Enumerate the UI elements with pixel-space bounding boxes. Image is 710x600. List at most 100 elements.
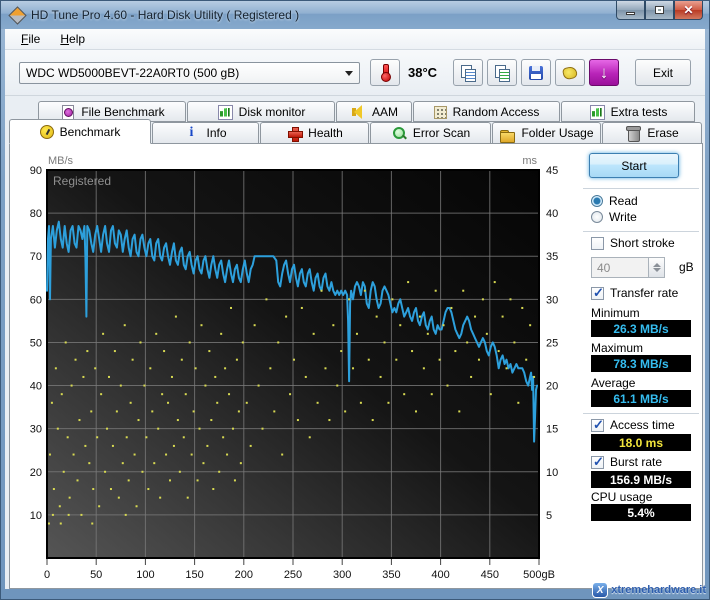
- benchmark-gauge-icon: [40, 125, 54, 139]
- menu-bar: File Help: [5, 29, 705, 50]
- maximize-button[interactable]: [645, 1, 674, 20]
- tab-label: Disk monitor: [239, 105, 306, 119]
- random-access-icon: [434, 106, 447, 119]
- close-button[interactable]: ✕: [674, 1, 703, 20]
- download-arrow-icon: ↓: [600, 64, 609, 81]
- separator: [583, 188, 699, 189]
- short-stroke-input[interactable]: 40: [591, 257, 649, 278]
- exit-button[interactable]: Exit: [635, 59, 691, 86]
- short-stroke-label: Short stroke: [610, 236, 675, 250]
- tab-disk-monitor[interactable]: Disk monitor: [187, 101, 335, 122]
- svg-text:25: 25: [546, 337, 558, 349]
- save-screenshot-button[interactable]: [521, 59, 551, 86]
- svg-text:60: 60: [30, 294, 42, 306]
- start-button[interactable]: Start: [589, 153, 679, 178]
- copy-image-icon: [494, 65, 510, 81]
- svg-text:0: 0: [44, 569, 50, 581]
- temperature-button[interactable]: [370, 59, 400, 86]
- svg-text:400: 400: [431, 569, 449, 581]
- benchmark-panel: MB/smsRegistered908070605040302010454035…: [9, 143, 703, 589]
- tab-folder-usage[interactable]: Folder Usage: [492, 122, 601, 144]
- health-cross-icon: [286, 125, 302, 141]
- access-time-option[interactable]: Access time: [591, 418, 675, 432]
- svg-text:Registered: Registered: [53, 174, 111, 188]
- access-time-checkbox[interactable]: [591, 419, 604, 432]
- short-stroke-spinner[interactable]: [649, 257, 665, 278]
- tab-benchmark[interactable]: Benchmark: [9, 119, 151, 144]
- short-stroke-option[interactable]: Short stroke: [591, 236, 675, 250]
- speaker-icon: [350, 104, 366, 120]
- svg-text:200: 200: [235, 569, 253, 581]
- copy-image-button[interactable]: [487, 59, 517, 86]
- read-radio[interactable]: [591, 195, 603, 207]
- short-stroke-checkbox[interactable]: [591, 237, 604, 250]
- write-radio[interactable]: [591, 211, 603, 223]
- read-option[interactable]: Read: [591, 194, 638, 208]
- transfer-rate-checkbox[interactable]: [591, 287, 604, 300]
- close-icon: ✕: [683, 3, 693, 17]
- average-label: Average: [591, 376, 635, 390]
- screenshot-button[interactable]: [555, 59, 585, 86]
- folder-icon: [499, 127, 515, 143]
- svg-text:10: 10: [546, 467, 558, 479]
- svg-text:100: 100: [136, 569, 154, 581]
- minimize-icon: [626, 12, 635, 15]
- svg-text:450: 450: [481, 569, 499, 581]
- tab-label: Extra tests: [611, 105, 668, 119]
- tab-label: Error Scan: [413, 126, 470, 140]
- maximum-value: 78.3 MB/s: [591, 355, 691, 372]
- read-label: Read: [609, 194, 638, 208]
- minimize-button[interactable]: [616, 1, 645, 20]
- access-time-value: 18.0 ms: [591, 434, 691, 451]
- tab-health[interactable]: Health: [260, 122, 369, 144]
- file-benchmark-icon: [59, 104, 75, 120]
- watermark-text: xtremehardware.it: [611, 584, 706, 596]
- svg-text:15: 15: [546, 424, 558, 436]
- tab-label: Random Access: [453, 105, 540, 119]
- cpu-usage-label: CPU usage: [591, 490, 652, 504]
- chevron-down-icon: [345, 71, 353, 76]
- svg-text:45: 45: [546, 165, 558, 177]
- tab-row-primary: Benchmark Info Health Error Scan Folder …: [9, 122, 702, 144]
- burst-rate-value: 156.9 MB/s: [591, 471, 691, 488]
- transfer-rate-option[interactable]: Transfer rate: [591, 286, 678, 300]
- thermometer-icon: [381, 64, 389, 82]
- tab-extra-tests[interactable]: Extra tests: [561, 101, 695, 122]
- write-label: Write: [609, 210, 637, 224]
- start-button-label: Start: [621, 159, 646, 173]
- tab-label: Info: [206, 126, 226, 140]
- short-stroke-value: 40: [597, 261, 610, 275]
- svg-text:10: 10: [30, 510, 42, 522]
- maximum-label: Maximum: [591, 341, 643, 355]
- tab-random-access[interactable]: Random Access: [413, 101, 560, 122]
- temperature-value: 38°C: [408, 65, 437, 80]
- tab-info[interactable]: Info: [152, 122, 259, 144]
- update-button[interactable]: ↓: [589, 59, 619, 86]
- drive-dropdown[interactable]: WDC WD5000BEVT-22A0RT0 (500 gB): [19, 62, 360, 84]
- app-icon: [9, 7, 25, 23]
- maximize-icon: [655, 6, 664, 14]
- tab-aam[interactable]: AAM: [336, 101, 412, 122]
- transfer-rate-label: Transfer rate: [610, 286, 678, 300]
- disk-monitor-icon: [217, 104, 233, 120]
- separator: [583, 231, 699, 232]
- short-stroke-unit: gB: [679, 260, 694, 274]
- svg-text:350: 350: [382, 569, 400, 581]
- copy-text-button[interactable]: [453, 59, 483, 86]
- tab-error-scan[interactable]: Error Scan: [370, 122, 491, 144]
- menu-file[interactable]: File: [13, 30, 48, 48]
- svg-text:300: 300: [333, 569, 351, 581]
- tab-erase[interactable]: Erase: [602, 122, 702, 144]
- svg-text:ms: ms: [522, 155, 537, 167]
- svg-text:90: 90: [30, 165, 42, 177]
- write-option[interactable]: Write: [591, 210, 637, 224]
- menu-help[interactable]: Help: [52, 30, 93, 48]
- svg-text:80: 80: [30, 208, 42, 220]
- average-value: 61.1 MB/s: [591, 390, 691, 407]
- tab-label: Health: [308, 126, 343, 140]
- burst-rate-label: Burst rate: [610, 455, 662, 469]
- extra-tests-icon: [589, 104, 605, 120]
- burst-rate-option[interactable]: Burst rate: [591, 455, 662, 469]
- svg-text:50: 50: [30, 337, 42, 349]
- burst-rate-checkbox[interactable]: [591, 456, 604, 469]
